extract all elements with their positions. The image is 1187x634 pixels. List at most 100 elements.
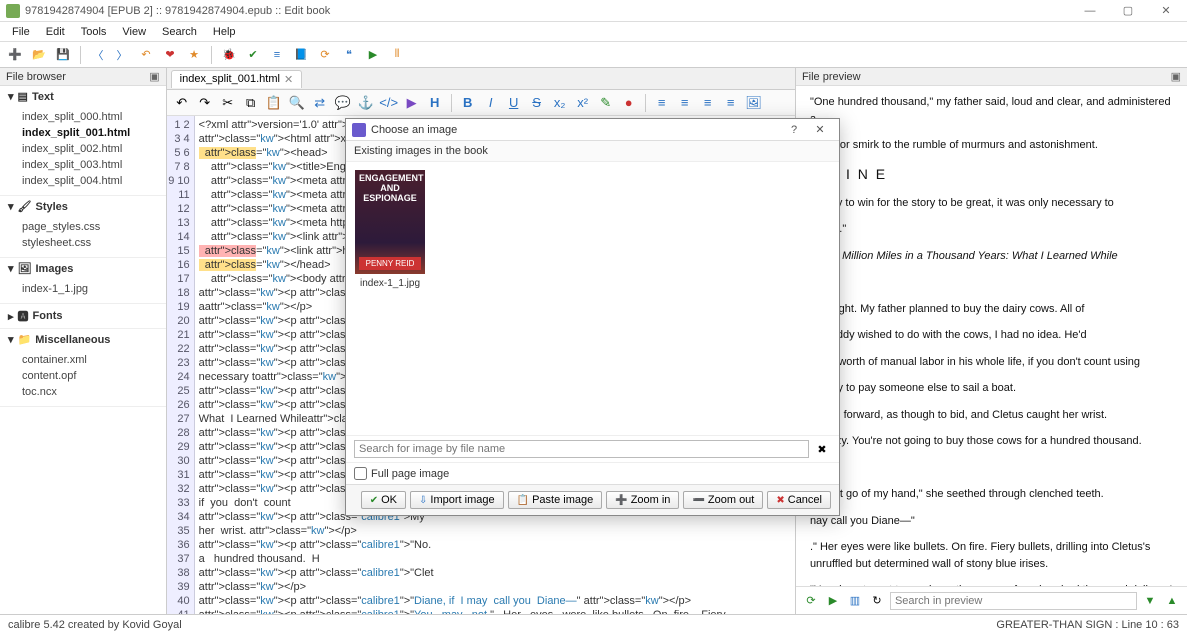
dialog-close-button[interactable]: ✕ bbox=[807, 123, 833, 136]
image-search-input[interactable] bbox=[354, 440, 809, 458]
preview-search-input[interactable] bbox=[890, 592, 1137, 610]
section-fonts[interactable]: ▸ 🅰 Fonts bbox=[0, 304, 166, 328]
color-icon[interactable]: ✎ bbox=[597, 94, 615, 112]
new-file-icon[interactable]: ➕ bbox=[6, 46, 24, 64]
file-item[interactable]: index-1_1.jpg bbox=[18, 281, 166, 297]
menu-file[interactable]: File bbox=[6, 24, 36, 40]
star-icon[interactable]: ★ bbox=[185, 46, 203, 64]
section-misc[interactable]: ▾ 📁 Miscellaneous bbox=[0, 329, 166, 350]
toc-icon[interactable]: ≡ bbox=[268, 46, 286, 64]
copy-icon[interactable]: ⧉ bbox=[242, 94, 260, 112]
bookmark-icon[interactable]: ❤ bbox=[161, 46, 179, 64]
file-item[interactable]: toc.ncx bbox=[18, 384, 166, 400]
menu-edit[interactable]: Edit bbox=[40, 24, 71, 40]
preview-text: you." bbox=[810, 460, 1173, 477]
file-item[interactable]: index_split_004.html bbox=[18, 173, 166, 189]
next-match-icon[interactable]: ▲ bbox=[1163, 592, 1181, 610]
bug-icon[interactable]: 🐞 bbox=[220, 46, 238, 64]
cancel-button[interactable]: ✖Cancel bbox=[767, 491, 831, 509]
replace-icon[interactable]: ⇄ bbox=[311, 94, 329, 112]
cover-title: ENGAGEMENT AND ESPIONAGE bbox=[359, 174, 421, 204]
file-preview-close-icon[interactable]: ▣ bbox=[1171, 70, 1181, 83]
tag-icon[interactable]: ▶ bbox=[403, 94, 421, 112]
image-insert-icon[interactable]: 🖼 bbox=[745, 94, 763, 112]
file-item[interactable]: stylesheet.css bbox=[18, 235, 166, 251]
bold-icon[interactable]: B bbox=[459, 94, 477, 112]
dialog-subtitle: Existing images in the book bbox=[346, 141, 839, 162]
undo-icon[interactable]: ↶ bbox=[173, 94, 191, 112]
section-text[interactable]: ▾ ▤ Text bbox=[0, 86, 166, 107]
menu-view[interactable]: View bbox=[116, 24, 152, 40]
bgcolor-icon[interactable]: ● bbox=[620, 94, 638, 112]
align-right-icon[interactable]: ≡ bbox=[699, 94, 717, 112]
import-label: Import image bbox=[430, 494, 494, 506]
menu-search[interactable]: Search bbox=[156, 24, 203, 40]
zoom-in-button[interactable]: ➕Zoom in bbox=[606, 491, 679, 509]
menu-help[interactable]: Help bbox=[207, 24, 242, 40]
underline-icon[interactable]: U bbox=[505, 94, 523, 112]
editor-tab[interactable]: index_split_001.html ✕ bbox=[171, 70, 303, 88]
window-maximize-button[interactable]: ▢ bbox=[1113, 2, 1143, 20]
superscript-icon[interactable]: x² bbox=[574, 94, 592, 112]
compare-icon[interactable]: ⫴ bbox=[388, 46, 406, 64]
book-icon[interactable]: 📘 bbox=[292, 46, 310, 64]
cut-icon[interactable]: ✂ bbox=[219, 94, 237, 112]
play-preview-icon[interactable]: ▶ bbox=[824, 592, 842, 610]
undo-global-icon[interactable]: ↶ bbox=[137, 46, 155, 64]
align-justify-icon[interactable]: ≡ bbox=[722, 94, 740, 112]
forward-icon[interactable]: 〉 bbox=[113, 46, 131, 64]
redo-icon[interactable]: ↷ bbox=[196, 94, 214, 112]
status-left: calibre 5.42 created by Kovid Goyal bbox=[8, 619, 182, 631]
anchor-icon[interactable]: ⚓ bbox=[357, 94, 375, 112]
refresh-icon[interactable]: ⟳ bbox=[316, 46, 334, 64]
play-icon[interactable]: ▶ bbox=[364, 46, 382, 64]
sync-icon[interactable]: ⟳ bbox=[802, 592, 820, 610]
file-item[interactable]: page_styles.css bbox=[18, 219, 166, 235]
subscript-icon[interactable]: x₂ bbox=[551, 94, 569, 112]
search-icon[interactable]: 🔍 bbox=[288, 94, 306, 112]
file-item[interactable]: index_split_001.html bbox=[18, 125, 166, 141]
reload-icon[interactable]: ↻ bbox=[868, 592, 886, 610]
italic-icon[interactable]: I bbox=[482, 94, 500, 112]
zoom-out-button[interactable]: ➖Zoom out bbox=[683, 491, 763, 509]
full-page-checkbox-row[interactable]: Full page image bbox=[346, 462, 839, 484]
separator bbox=[80, 46, 81, 64]
heading-icon[interactable]: H bbox=[426, 94, 444, 112]
file-item[interactable]: index_split_002.html bbox=[18, 141, 166, 157]
paste-image-button[interactable]: 📋Paste image bbox=[508, 491, 603, 509]
file-item[interactable]: container.xml bbox=[18, 352, 166, 368]
paste-icon[interactable]: 📋 bbox=[265, 94, 283, 112]
file-item[interactable]: index_split_003.html bbox=[18, 157, 166, 173]
split-icon[interactable]: ▥ bbox=[846, 592, 864, 610]
open-icon[interactable]: 📂 bbox=[30, 46, 48, 64]
dialog-titlebar: Choose an image ? ✕ bbox=[346, 119, 839, 141]
align-center-icon[interactable]: ≡ bbox=[676, 94, 694, 112]
dialog-buttons: ✔OK ⇩Import image 📋Paste image ➕Zoom in … bbox=[346, 484, 839, 515]
save-icon[interactable]: 💾 bbox=[54, 46, 72, 64]
dialog-help-button[interactable]: ? bbox=[781, 124, 807, 136]
file-browser-header: File browser ▣ bbox=[0, 68, 166, 86]
menu-tools[interactable]: Tools bbox=[75, 24, 113, 40]
code-icon[interactable]: </> bbox=[380, 94, 398, 112]
full-page-checkbox[interactable] bbox=[354, 467, 367, 480]
section-images[interactable]: ▾ 🖼 Images bbox=[0, 258, 166, 279]
comment-icon[interactable]: 💬 bbox=[334, 94, 352, 112]
align-left-icon[interactable]: ≡ bbox=[653, 94, 671, 112]
window-minimize-button[interactable]: — bbox=[1075, 2, 1105, 20]
clear-search-icon[interactable]: ✖ bbox=[813, 440, 831, 458]
file-browser-close-icon[interactable]: ▣ bbox=[149, 70, 159, 83]
quote-icon[interactable]: ❝ bbox=[340, 46, 358, 64]
tab-close-icon[interactable]: ✕ bbox=[284, 73, 293, 86]
window-close-button[interactable]: ✕ bbox=[1151, 2, 1181, 20]
strike-icon[interactable]: S bbox=[528, 94, 546, 112]
file-item[interactable]: index_split_000.html bbox=[18, 109, 166, 125]
back-icon[interactable]: 〈 bbox=[89, 46, 107, 64]
prev-match-icon[interactable]: ▼ bbox=[1141, 592, 1159, 610]
import-image-button[interactable]: ⇩Import image bbox=[410, 491, 504, 509]
check-icon[interactable]: ✔ bbox=[244, 46, 262, 64]
file-item[interactable]: content.opf bbox=[18, 368, 166, 384]
section-styles[interactable]: ▾ 🖌 Styles bbox=[0, 196, 166, 217]
ok-button[interactable]: ✔OK bbox=[361, 491, 406, 509]
image-thumbnail[interactable]: ENGAGEMENT AND ESPIONAGE PENNY REID inde… bbox=[354, 170, 426, 289]
preview-text: essary to win for the story to be great,… bbox=[810, 195, 1173, 212]
